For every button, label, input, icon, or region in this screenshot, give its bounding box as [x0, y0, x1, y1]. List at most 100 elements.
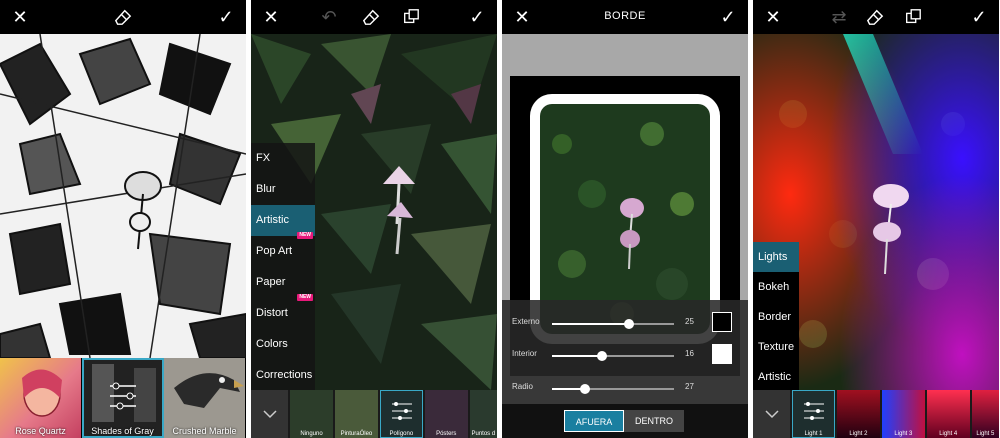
slider-label: Radio [512, 382, 533, 391]
menu-label: Artistic [256, 214, 289, 226]
menu-item-artistic[interactable]: Artistic [753, 362, 799, 392]
segment-dentro[interactable]: DENTRO [624, 410, 684, 432]
effect-thumb-posters[interactable]: Pósters [424, 390, 468, 438]
category-menu: Lights Bokeh Border Texture Artistic [753, 242, 799, 392]
effect-strip: Ninguno PinturaÓleo Polígono Pósters Pun… [251, 390, 497, 438]
menu-item-border[interactable]: Border [753, 302, 799, 332]
inner-color-swatch[interactable] [712, 344, 732, 364]
menu-item-fx[interactable]: FX [251, 143, 315, 174]
interior-slider[interactable]: Interior 16 [512, 345, 738, 365]
apply-check-icon[interactable]: ✓ [969, 7, 989, 27]
filter-thumb-shades-of-gray[interactable]: Shades of Gray [82, 358, 164, 438]
top-bar: ✕ ⇄ ✓ [753, 0, 999, 34]
filter-label: Shades of Gray [91, 426, 154, 436]
slider-fill [552, 355, 603, 357]
filter-strip: Rose Quartz Shades of Gray Crushed Marbl… [0, 358, 246, 438]
flip-icon[interactable]: ⇄ [829, 7, 849, 27]
menu-item-lights[interactable]: Lights [753, 242, 799, 272]
effect-label: Light 3 [894, 431, 913, 437]
outer-color-swatch[interactable] [712, 312, 732, 332]
apply-check-icon[interactable]: ✓ [467, 7, 487, 27]
effect-thumb-poligono[interactable]: Polígono [379, 390, 423, 438]
filter-thumb-crushed-marble[interactable]: Crushed Marble [164, 358, 246, 438]
menu-item-texture[interactable]: Texture [753, 332, 799, 362]
menu-label: Bokeh [758, 281, 790, 293]
effect-label: Light 4 [939, 431, 958, 437]
slider-knob[interactable] [579, 384, 590, 394]
effect-label: Polígono [389, 431, 414, 437]
effect-label: Light 1 [804, 431, 823, 437]
slider-track[interactable] [552, 319, 674, 329]
effect-thumb-light-3[interactable]: Light 3 [881, 390, 925, 438]
menu-item-colors[interactable]: Colors [251, 329, 315, 360]
editor-panel-border: ✕ BORDE ✓ Externo 25 Interior 16 Radio 2… [502, 0, 748, 438]
eraser-icon[interactable] [361, 7, 381, 27]
slider-track[interactable] [552, 351, 674, 361]
filter-thumb-rose-quartz[interactable]: Rose Quartz [0, 358, 82, 438]
effect-strip: Light 1 Light 2 Light 3 Light 4 Light 5 [753, 390, 999, 438]
slider-knob[interactable] [623, 319, 634, 329]
menu-item-distort[interactable]: Distort NEW [251, 294, 315, 329]
top-bar: ✕ ↶ ✓ [251, 0, 497, 34]
photo-canvas[interactable] [0, 33, 246, 359]
filter-label: Rose Quartz [15, 426, 66, 436]
close-icon[interactable]: ✕ [763, 7, 783, 27]
effect-thumb-ninguno[interactable]: Ninguno [290, 390, 333, 438]
menu-label: Texture [758, 341, 795, 353]
slider-knob[interactable] [597, 351, 608, 361]
eraser-icon[interactable] [113, 7, 133, 27]
radio-slider[interactable]: Radio 27 [512, 378, 738, 398]
close-icon[interactable]: ✕ [10, 7, 30, 27]
effect-thumb-light-4[interactable]: Light 4 [926, 390, 970, 438]
menu-label: Corrections [256, 369, 313, 381]
menu-item-blur[interactable]: Blur [251, 174, 315, 205]
compare-icon[interactable] [903, 7, 923, 27]
externo-slider[interactable]: Externo 25 [512, 313, 738, 333]
editor-panel-effects: ✕ ↶ ✓ FX Blur Artistic Pop Art NEW Paper… [251, 0, 497, 438]
effect-label: PinturaÓleo [340, 431, 373, 437]
compare-icon[interactable] [401, 7, 421, 27]
effect-label: Puntos d [471, 431, 496, 437]
effect-label: Ninguno [300, 431, 323, 437]
undo-icon[interactable]: ↶ [319, 7, 339, 27]
close-icon[interactable]: ✕ [261, 7, 281, 27]
menu-label: FX [256, 152, 271, 164]
menu-label: Distort [256, 307, 288, 319]
segment-afuera[interactable]: AFUERA [564, 410, 624, 432]
editor-panel-sketch: ✕ ✓ Rose Quartz Shades of Gray Crushed M… [0, 0, 246, 438]
top-bar: ✕ ✓ [0, 0, 246, 34]
apply-check-icon[interactable]: ✓ [718, 7, 738, 27]
editor-panel-lights: ✕ ⇄ ✓ Lights Bokeh Border Texture Artist… [753, 0, 999, 438]
menu-item-corrections[interactable]: Corrections [251, 360, 315, 391]
slider-value: 27 [685, 382, 694, 391]
menu-label: Pop Art [256, 245, 293, 257]
effect-thumb-light-5[interactable]: Light 5 [971, 390, 999, 438]
effect-label: Light 5 [976, 431, 995, 437]
new-badge: NEW [297, 294, 313, 301]
eraser-icon[interactable] [865, 7, 885, 27]
effect-thumb-light-2[interactable]: Light 2 [836, 390, 880, 438]
menu-label: Border [758, 311, 792, 323]
slider-label: Externo [512, 317, 540, 326]
chevron-down-icon[interactable] [251, 390, 289, 438]
effect-thumb-light-1[interactable]: Light 1 [792, 390, 835, 438]
category-menu: FX Blur Artistic Pop Art NEW Paper Distor… [251, 143, 315, 391]
effect-thumb-pintura-oleo[interactable]: PinturaÓleo [334, 390, 378, 438]
filter-label: Crushed Marble [172, 426, 237, 436]
new-badge: NEW [297, 232, 313, 239]
menu-label: Blur [256, 183, 276, 195]
effect-thumb-puntos[interactable]: Puntos d [469, 390, 497, 438]
effect-label: Pósters [436, 431, 457, 437]
chevron-down-icon[interactable] [753, 390, 791, 438]
menu-label: Lights [758, 251, 788, 263]
slider-value: 16 [685, 349, 694, 358]
apply-check-icon[interactable]: ✓ [216, 7, 236, 27]
menu-label: Artistic [758, 371, 791, 383]
slider-label: Interior [512, 349, 537, 358]
effect-label: Light 2 [849, 431, 868, 437]
menu-label: Colors [256, 338, 288, 350]
menu-item-pop-art[interactable]: Pop Art NEW [251, 232, 315, 267]
slider-track[interactable] [552, 384, 674, 394]
menu-item-bokeh[interactable]: Bokeh [753, 272, 799, 302]
slider-value: 25 [685, 317, 694, 326]
